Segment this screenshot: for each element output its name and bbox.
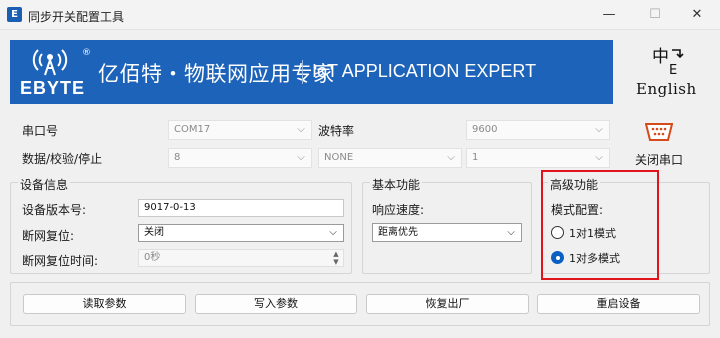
reset-time-stepper[interactable]: 0秒 ▲ ▼ — [138, 249, 344, 267]
banner-slogan-cn: 亿佰特・物联网应用专家 — [98, 62, 335, 86]
window-title: 同步开关配置工具 — [28, 10, 125, 24]
app-icon: E — [7, 7, 22, 22]
close-button[interactable]: ✕ — [674, 0, 720, 30]
reset-select[interactable]: 关闭 ⌵ — [138, 224, 344, 242]
chevron-down-icon: ⌵ — [507, 227, 515, 238]
svg-text:中: 中 — [652, 47, 669, 67]
chevron-down-icon: ⌵ — [595, 152, 603, 163]
write-params-button[interactable]: 写入参数 — [195, 294, 357, 314]
mode-1to1-radio[interactable] — [551, 226, 564, 239]
parity-value: NONE — [324, 152, 354, 163]
response-speed-value: 距离优先 — [378, 227, 418, 238]
banner-slogan-en: IoT APPLICATION EXPERT — [312, 61, 537, 81]
chevron-down-icon: ⌵ — [297, 152, 305, 163]
ebyte-logo: ® EBYTE — [20, 46, 91, 98]
reset-time-label: 断网复位时间: — [22, 254, 99, 268]
stop-bits-value: 1 — [472, 152, 479, 163]
baud-select[interactable]: 9600 ⌵ — [466, 120, 610, 140]
chevron-down-icon: ⌵ — [297, 124, 305, 135]
language-switch-icon[interactable]: 中 E — [652, 44, 686, 76]
antenna-icon — [32, 49, 68, 76]
minimize-button[interactable]: — — [586, 0, 632, 30]
reset-label: 断网复位: — [22, 229, 75, 243]
response-speed-select[interactable]: 距离优先 ⌵ — [372, 223, 522, 242]
response-speed-label: 响应速度: — [372, 203, 425, 217]
close-port-button[interactable]: 关闭串口 — [635, 151, 683, 168]
language-label[interactable]: English — [636, 80, 697, 98]
baud-value: 9600 — [472, 124, 498, 135]
advanced-function-title: 高级功能 — [548, 176, 601, 193]
chevron-down-icon: ⌵ — [447, 152, 455, 163]
reset-time-value: 0秒 — [144, 252, 161, 263]
version-label: 设备版本号: — [22, 203, 87, 217]
mode-config-label: 模式配置: — [551, 203, 604, 217]
banner-divider — [302, 60, 303, 84]
mode-1tomany-radio[interactable] — [551, 251, 564, 264]
maximize-button[interactable]: ☐ — [632, 0, 678, 30]
spin-arrows-icon[interactable]: ▲ ▼ — [331, 250, 341, 266]
parity-select[interactable]: NONE ⌵ — [318, 148, 462, 168]
data-parity-stop-label: 数据/校验/停止 — [22, 152, 103, 166]
read-params-button[interactable]: 读取参数 — [23, 294, 186, 314]
basic-function-title: 基本功能 — [370, 176, 423, 193]
version-field[interactable]: 9017-0-13 — [138, 199, 344, 217]
chevron-down-icon: ⌵ — [329, 227, 337, 238]
brand-banner: ® EBYTE 亿佰特・物联网应用专家 IoT APPLICATION EXPE… — [10, 40, 613, 104]
svg-text:E: E — [669, 63, 677, 76]
chevron-down-icon: ⌵ — [595, 124, 603, 135]
data-bits-value: 8 — [174, 152, 181, 163]
baud-label: 波特率 — [318, 124, 355, 138]
app-window: E 同步开关配置工具 — ☐ ✕ ® EBYTE 亿佰特・物联网应用专家 IoT… — [0, 0, 720, 338]
device-info-title: 设备信息 — [18, 176, 71, 193]
mode-1to1-label[interactable]: 1对1模式 — [569, 225, 616, 241]
reset-value: 关闭 — [144, 227, 164, 238]
mode-1tomany-label[interactable]: 1对多模式 — [569, 250, 620, 266]
stop-bits-select[interactable]: 1 ⌵ — [466, 148, 610, 168]
serial-port-icon[interactable] — [645, 122, 673, 142]
port-select[interactable]: COM17 ⌵ — [168, 120, 312, 140]
registered-mark: ® — [82, 48, 91, 58]
title-bar: E 同步开关配置工具 — ☐ ✕ — [0, 0, 720, 30]
port-label: 串口号 — [22, 124, 59, 138]
port-value: COM17 — [174, 124, 211, 135]
logo-text: EBYTE — [20, 78, 86, 98]
restart-device-button[interactable]: 重启设备 — [537, 294, 700, 314]
restore-factory-button[interactable]: 恢复出厂 — [366, 294, 529, 314]
data-bits-select[interactable]: 8 ⌵ — [168, 148, 312, 168]
